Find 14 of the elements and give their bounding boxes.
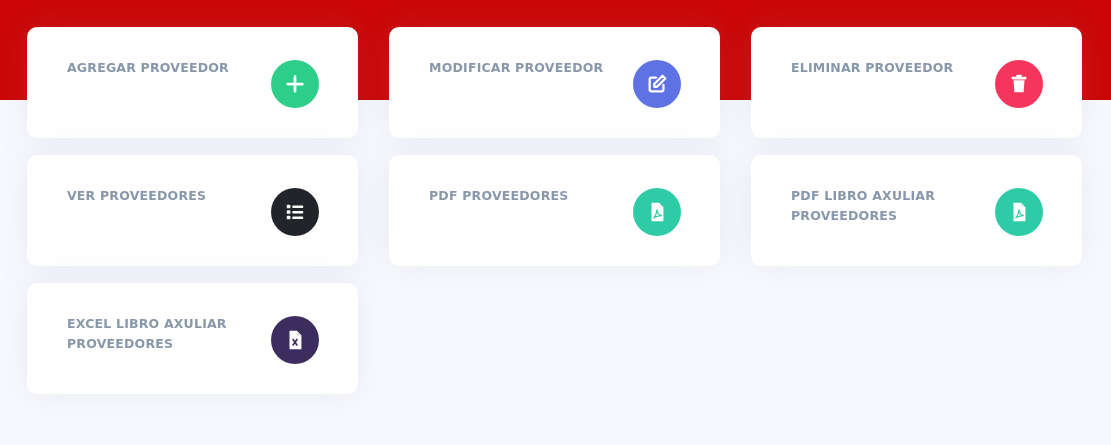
action-card[interactable]: PDF LIBRO AXULIAR PROVEEDORES (751, 155, 1082, 266)
card-title: AGREGAR PROVEEDOR (67, 59, 229, 77)
action-card[interactable]: EXCEL LIBRO AXULIAR PROVEEDORES (27, 283, 358, 394)
card-title: PDF LIBRO AXULIAR PROVEEDORES (791, 187, 936, 225)
action-card[interactable]: PDF PROVEEDORES (389, 155, 720, 266)
card-title: EXCEL LIBRO AXULIAR PROVEEDORES (67, 315, 228, 353)
card-title: MODIFICAR PROVEEDOR (429, 59, 604, 77)
card-title: ELIMINAR PROVEEDOR (791, 59, 954, 77)
card-title: VER PROVEEDORES (67, 187, 207, 205)
action-card[interactable]: ELIMINAR PROVEEDOR (751, 27, 1082, 138)
card-title: PDF PROVEEDORES (429, 187, 569, 205)
action-card[interactable]: MODIFICAR PROVEEDOR (389, 27, 720, 138)
action-card[interactable]: VER PROVEEDORES (27, 155, 358, 266)
action-card[interactable]: AGREGAR PROVEEDOR (27, 27, 358, 138)
